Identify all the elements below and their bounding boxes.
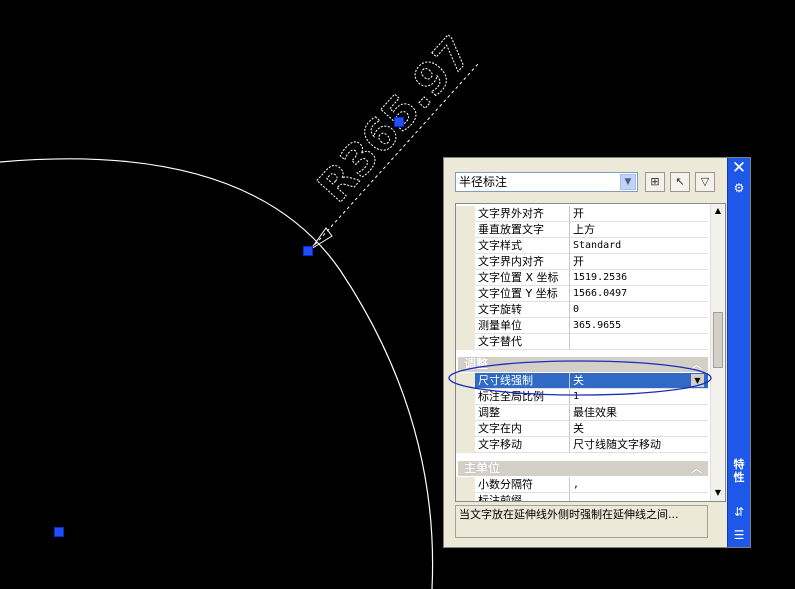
collapse-chevron-icon[interactable]: ︿ (691, 461, 702, 476)
property-value[interactable]: 1566.0497 (570, 286, 708, 302)
property-value[interactable]: 0 (570, 302, 708, 318)
property-row[interactable]: 标注全局比例 1 (456, 389, 712, 405)
property-value[interactable]: 365.9655 (570, 318, 708, 334)
property-value[interactable]: 开 (570, 206, 708, 222)
close-icon[interactable]: ✕ (731, 160, 747, 177)
section-header-primary-units[interactable]: 主单位 ︿ (458, 461, 708, 476)
property-row[interactable]: 文字移动 尺寸线随文字移动 (456, 437, 712, 453)
row-gutter (456, 405, 475, 421)
row-gutter (456, 318, 475, 334)
scroll-thumb[interactable] (713, 312, 723, 368)
property-value-text: 关 (573, 374, 584, 387)
property-value[interactable]: , (570, 477, 708, 493)
property-row[interactable]: 文字位置 Y 坐标 1566.0497 (456, 286, 712, 302)
properties-settings-icon[interactable]: ⚙ (731, 180, 747, 196)
auto-hide-icon[interactable]: ⇵ (731, 504, 747, 520)
property-label: 垂直放置文字 (475, 222, 570, 238)
row-gutter (456, 270, 475, 286)
row-gutter (456, 238, 475, 254)
property-value[interactable]: 关 (570, 421, 708, 437)
section-header-fit[interactable]: 调整 ︿ (458, 357, 708, 372)
property-row[interactable]: 垂直放置文字 上方 (456, 222, 712, 238)
vertical-scrollbar[interactable]: ▲ ▼ (710, 204, 725, 501)
property-value[interactable]: 尺寸线随文字移动 (570, 437, 708, 453)
property-label: 测量单位 (475, 318, 570, 334)
property-value[interactable]: 开 (570, 254, 708, 270)
row-gutter (456, 206, 475, 222)
scroll-down-icon[interactable]: ▼ (713, 488, 723, 498)
property-label: 小数分隔符 (475, 477, 570, 493)
property-row[interactable]: 文字旋转 0 (456, 302, 712, 318)
property-label: 文字旋转 (475, 302, 570, 318)
property-label: 尺寸线强制 (475, 373, 570, 389)
property-label: 文字位置 Y 坐标 (475, 286, 570, 302)
property-row[interactable]: 小数分隔符 , (456, 477, 712, 493)
palette-content: 半径标注 ▼ ⊞ ↖ ▽ 文字界外对齐 开 垂直放置文字 上方 文字样式 Sta… (444, 158, 728, 547)
row-gutter (456, 373, 475, 389)
object-type-value: 半径标注 (459, 175, 508, 189)
property-grid: 文字界外对齐 开 垂直放置文字 上方 文字样式 Standard 文字界内对齐 … (455, 203, 726, 502)
property-value[interactable]: Standard (570, 238, 708, 254)
property-value[interactable]: 1 (570, 389, 708, 405)
arc-geometry[interactable] (0, 158, 434, 589)
property-row[interactable]: 调整 最佳效果 (456, 405, 712, 421)
row-gutter (456, 334, 475, 350)
row-gutter (456, 389, 475, 405)
row-gutter (456, 437, 475, 453)
property-value[interactable] (570, 493, 708, 501)
section-title: 调整 (464, 357, 489, 371)
property-value[interactable]: 最佳效果 (570, 405, 708, 421)
grip-text-point[interactable] (394, 117, 404, 127)
property-row[interactable]: 文字样式 Standard (456, 238, 712, 254)
property-label: 文字移动 (475, 437, 570, 453)
chevron-down-icon[interactable]: ▼ (691, 374, 704, 387)
row-gutter (456, 286, 475, 302)
object-type-select[interactable]: 半径标注 ▼ (455, 172, 638, 192)
scroll-up-icon[interactable]: ▲ (713, 206, 723, 216)
palette-title: 特性 (733, 458, 745, 484)
property-label: 文字界内对齐 (475, 254, 570, 270)
property-label: 标注全局比例 (475, 389, 570, 405)
property-row-selected[interactable]: 尺寸线强制 关 ▼ (456, 373, 712, 389)
row-gutter (456, 421, 475, 437)
quick-select-icon[interactable]: ⊞ (645, 172, 665, 192)
property-value[interactable]: 1519.2536 (570, 270, 708, 286)
row-gutter (456, 477, 475, 493)
property-label: 文字在内 (475, 421, 570, 437)
property-value[interactable] (570, 334, 708, 350)
row-gutter (456, 493, 475, 501)
property-label: 标注前缀 (475, 493, 570, 501)
section-title: 主单位 (464, 461, 501, 475)
property-row[interactable]: 文字位置 X 坐标 1519.2536 (456, 270, 712, 286)
properties-palette: 半径标注 ▼ ⊞ ↖ ▽ 文字界外对齐 开 垂直放置文字 上方 文字样式 Sta… (443, 157, 751, 548)
property-label: 文字界外对齐 (475, 206, 570, 222)
property-row[interactable]: 文字界外对齐 开 (456, 206, 712, 222)
chevron-down-icon[interactable]: ▼ (620, 174, 636, 190)
row-gutter (456, 222, 475, 238)
property-description: 当文字放在延伸线外侧时强制在延伸线之间... (455, 505, 708, 538)
property-label: 文字替代 (475, 334, 570, 350)
property-value[interactable]: 上方 (570, 222, 708, 238)
property-row[interactable]: 文字界内对齐 开 (456, 254, 712, 270)
property-row[interactable]: 文字在内 关 (456, 421, 712, 437)
grip-arc-point[interactable] (303, 246, 313, 256)
palette-title-bar[interactable]: ✕ ⚙ 特性 ⇵ ☰ (727, 158, 750, 547)
collapse-chevron-icon[interactable]: ︿ (691, 357, 702, 372)
property-row[interactable]: 文字替代 (456, 334, 712, 350)
property-label: 调整 (475, 405, 570, 421)
select-objects-icon[interactable]: ↖ (670, 172, 690, 192)
palette-menu-icon[interactable]: ☰ (731, 527, 747, 543)
row-gutter (456, 302, 475, 318)
grip-center-point[interactable] (54, 527, 64, 537)
property-label: 文字样式 (475, 238, 570, 254)
property-row[interactable]: 标注前缀 (456, 493, 712, 501)
property-value[interactable]: 关 ▼ (570, 373, 708, 389)
row-gutter (456, 254, 475, 270)
toggle-pickadd-icon[interactable]: ▽ (695, 172, 715, 192)
property-row[interactable]: 测量单位 365.9655 (456, 318, 712, 334)
property-label: 文字位置 X 坐标 (475, 270, 570, 286)
